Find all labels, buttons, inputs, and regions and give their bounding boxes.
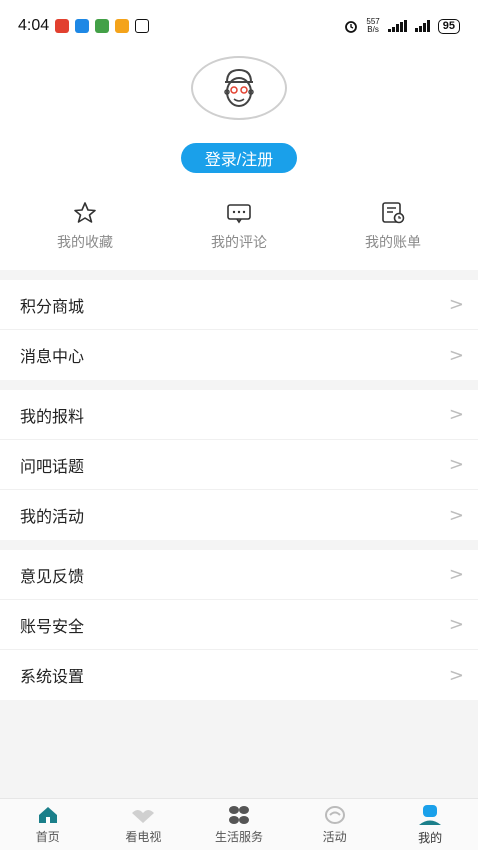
menu-item-qa-topics[interactable]: 问吧话题 > bbox=[0, 440, 478, 490]
alarm-icon bbox=[345, 21, 358, 33]
clock-time: 4:04 bbox=[18, 17, 50, 34]
signal-2-icon bbox=[414, 20, 430, 32]
menu-item-my-activities[interactable]: 我的活动 > bbox=[0, 490, 478, 540]
net-speed: 557 B/s bbox=[366, 17, 380, 34]
menu-item-feedback[interactable]: 意见反馈 > bbox=[0, 550, 478, 600]
menu-item-my-reports[interactable]: 我的报料 > bbox=[0, 390, 478, 440]
nfc-icon bbox=[135, 19, 150, 33]
profile-icon bbox=[419, 804, 442, 825]
sheet-app-icon bbox=[95, 19, 110, 33]
services-icon bbox=[228, 805, 249, 824]
home-icon bbox=[38, 806, 57, 823]
battery-icon: 95 bbox=[437, 18, 460, 34]
tv-icon bbox=[132, 809, 155, 823]
chevron-right-icon: > bbox=[448, 404, 464, 425]
chevron-right-icon: > bbox=[448, 294, 464, 315]
quick-action-comments[interactable]: 我的评论 bbox=[169, 200, 309, 252]
chevron-right-icon: > bbox=[448, 614, 464, 635]
status-bar: 4:04 557 B/s 95 bbox=[0, 0, 478, 52]
quick-action-label: 我的账单 bbox=[365, 234, 421, 250]
chevron-right-icon: > bbox=[448, 504, 464, 526]
quick-action-favorites[interactable]: 我的收藏 bbox=[15, 200, 155, 252]
bottom-tab-bar: 首页 看电视 生活服务 活动 我的 bbox=[0, 798, 478, 850]
signal-icon bbox=[387, 20, 407, 32]
menu-item-message-center[interactable]: 消息中心 > bbox=[0, 330, 478, 380]
quick-actions: 我的收藏 我的评论 我的账单 bbox=[0, 200, 478, 252]
comment-icon bbox=[227, 204, 251, 224]
default-avatar-icon bbox=[224, 68, 254, 107]
chevron-right-icon: > bbox=[448, 564, 464, 585]
bill-icon bbox=[382, 202, 405, 224]
login-register-button[interactable]: 登录/注册 bbox=[181, 143, 297, 173]
tab-home[interactable]: 首页 bbox=[0, 799, 96, 850]
profile-header: 4:04 557 B/s 95 登录/注册 我的收藏 我的评论 我的账单 bbox=[0, 0, 478, 270]
tab-mine[interactable]: 我的 bbox=[382, 799, 478, 850]
tab-activity[interactable]: 活动 bbox=[287, 799, 383, 850]
activity-icon bbox=[324, 805, 345, 824]
menu-group-3: 意见反馈 > 账号安全 > 系统设置 > bbox=[0, 550, 478, 700]
quick-action-label: 我的评论 bbox=[211, 234, 267, 250]
quick-action-label: 我的收藏 bbox=[57, 234, 113, 250]
tab-life-services[interactable]: 生活服务 bbox=[191, 799, 287, 850]
menu-group-2: 我的报料 > 问吧话题 > 我的活动 > bbox=[0, 390, 478, 540]
menu-item-system-settings[interactable]: 系统设置 > bbox=[0, 650, 478, 700]
star-icon bbox=[74, 202, 96, 223]
chevron-right-icon: > bbox=[448, 344, 464, 366]
menu-item-points-mall[interactable]: 积分商城 > bbox=[0, 280, 478, 330]
chevron-right-icon: > bbox=[448, 664, 464, 686]
message-app-icon bbox=[75, 19, 90, 33]
chevron-right-icon: > bbox=[448, 454, 464, 475]
weibo-app-icon bbox=[115, 19, 130, 33]
quick-action-bills[interactable]: 我的账单 bbox=[323, 200, 463, 252]
menu-group-1: 积分商城 > 消息中心 > bbox=[0, 280, 478, 380]
menu-item-account-security[interactable]: 账号安全 > bbox=[0, 600, 478, 650]
avatar[interactable] bbox=[191, 56, 287, 120]
notification-app-icon bbox=[55, 19, 70, 33]
tab-tv[interactable]: 看电视 bbox=[96, 799, 192, 850]
